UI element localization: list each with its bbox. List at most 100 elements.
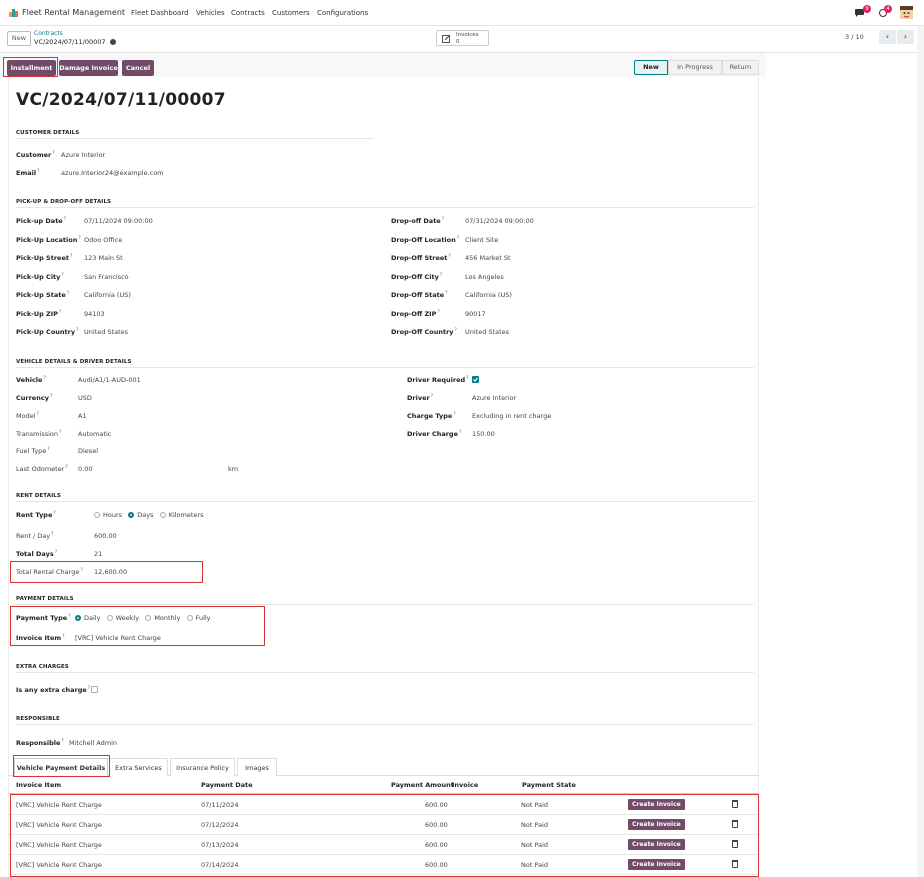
record-title: VC/2024/07/11/00007 [16,90,226,110]
vehicle-field-value[interactable]: Automatic [78,430,111,438]
divider [16,367,754,368]
vehicle-field-value[interactable]: Audi/A1/1-AUD-001 [78,376,141,384]
breadcrumb-contracts[interactable]: Contracts [34,30,63,37]
col-payment-amount[interactable]: Payment Amount [391,781,454,789]
tab-insurance-policy[interactable]: Insurance Policy [170,758,235,776]
extra-charge-label: Is any extra charge? [16,686,91,695]
pickup-field-value[interactable]: Odoo Office [84,236,122,244]
invoices-smart-button[interactable]: Invoices 0 [436,30,489,46]
col-payment-date[interactable]: Payment Date [201,781,253,789]
gear-icon[interactable] [110,39,116,45]
payment-type-monthly[interactable]: Monthly [145,614,180,622]
installment-button[interactable]: Installment [7,60,56,76]
stage-return[interactable]: Return [722,60,759,75]
dropoff-field-value[interactable]: 07/31/2024 09:00:00 [465,217,534,225]
create-invoice-button[interactable]: Create Invoice [628,799,685,810]
dropoff-field-value[interactable]: United States [465,328,509,336]
driver-required-checkbox[interactable] [472,376,479,383]
app-name[interactable]: Fleet Rental Management [22,8,125,17]
rent-type-hours[interactable]: Hours [94,511,122,519]
table-row[interactable]: [VRC] Vehicle Rent Charge 07/14/2024 600.0… [8,855,759,875]
dropoff-field-label: Drop-Off Location? [391,236,460,245]
driver-field-value[interactable]: Azure Interior [472,394,516,402]
pickup-field-value[interactable]: San Francisco [84,273,129,281]
invoices-count: 0 [456,39,460,45]
pager-value[interactable]: 3 / 10 [845,33,864,41]
payment-type-fully[interactable]: Fully [186,614,211,622]
invoice-item-value[interactable]: [VRC] Vehicle Rent Charge [75,634,161,642]
tab-images[interactable]: Images [237,758,277,776]
dropoff-field-value[interactable]: 90017 [465,310,486,318]
menu-customers[interactable]: Customers [272,9,310,17]
rent-type-radio-group: Hours Days Kilometers [94,511,203,519]
table-row[interactable]: [VRC] Vehicle Rent Charge 07/13/2024 600.0… [8,835,759,855]
pickup-field-label: Pick-up Date? [16,217,67,226]
dropoff-field-value[interactable]: Client Site [465,236,498,244]
pickup-field-value[interactable]: 94103 [84,310,105,318]
stage-in-progress[interactable]: In Progress [668,60,722,75]
section-vehicle-driver: VEHICLE DETAILS & DRIVER DETAILS [16,359,132,365]
driver-field-value[interactable]: 150.00 [472,430,495,438]
pickup-field-value[interactable]: 123 Main St [84,254,123,262]
vehicle-field-value[interactable]: A1 [78,412,87,420]
cell-payment-amount: 600.00 [425,801,448,809]
pager-previous-button[interactable]: ‹ [879,30,896,44]
extra-charge-checkbox[interactable] [91,686,98,693]
pager-next-button[interactable]: › [897,30,914,44]
col-payment-state[interactable]: Payment State [522,781,576,789]
menu-configurations[interactable]: Configurations [317,9,368,17]
responsible-value[interactable]: Mitchell Admin [69,739,117,747]
create-invoice-button[interactable]: Create Invoice [628,859,685,870]
col-invoice[interactable]: Invoice [452,781,478,789]
tab-extra-services[interactable]: Extra Services [109,758,168,776]
payment-type-daily[interactable]: Daily [75,614,100,622]
cell-payment-date: 07/11/2024 [201,801,239,809]
trash-icon[interactable] [732,820,738,828]
app-grid-icon[interactable] [9,8,18,17]
dropoff-field-value[interactable]: 456 Market St [465,254,511,262]
pickup-field-value[interactable]: 07/11/2024 09:00:00 [84,217,153,225]
email-value[interactable]: azure.Interior24@example.com [61,169,164,177]
driver-field-label: Driver? [407,394,434,403]
table-row[interactable]: [VRC] Vehicle Rent Charge 07/11/2024 600.0… [8,795,759,815]
dropoff-field-label: Drop-Off City? [391,273,443,282]
pickup-field-value[interactable]: California (US) [84,291,131,299]
cancel-button[interactable]: Cancel [122,60,154,76]
pickup-field-value[interactable]: United States [84,328,128,336]
rent-type-days[interactable]: Days [128,511,153,519]
stage-new[interactable]: New [634,60,668,75]
vehicle-field-value[interactable]: USD [78,394,92,402]
avatar[interactable] [900,6,913,19]
rent-day-value[interactable]: 600.00 [94,532,117,540]
customer-value[interactable]: Azure Interior [61,151,105,159]
menu-contracts[interactable]: Contracts [231,9,265,17]
col-invoice-item[interactable]: Invoice Item [16,781,61,789]
create-invoice-button[interactable]: Create Invoice [628,819,685,830]
dropoff-field-value[interactable]: Los Angeles [465,273,504,281]
tab-vehicle-payment-details[interactable]: Vehicle Payment Details [14,758,108,776]
cell-payment-amount: 600.00 [425,861,448,869]
create-invoice-button[interactable]: Create Invoice [628,839,685,850]
dropoff-field-value[interactable]: California (US) [465,291,512,299]
trash-icon[interactable] [732,800,738,808]
rent-type-kilometers[interactable]: Kilometers [159,511,203,519]
menu-fleet-dashboard[interactable]: Fleet Dashboard [131,9,189,17]
damage-invoice-button[interactable]: Damage Invoice [59,60,118,76]
vehicle-field-value[interactable]: Diesel [78,447,98,455]
trash-icon[interactable] [732,860,738,868]
menu-vehicles[interactable]: Vehicles [196,9,225,17]
payment-type-weekly[interactable]: Weekly [106,614,139,622]
table-row[interactable]: [VRC] Vehicle Rent Charge 07/12/2024 600.0… [8,815,759,835]
vehicle-field-value[interactable]: 0.00 [78,465,92,473]
cell-payment-amount: 600.00 [425,841,448,849]
new-button[interactable]: New [7,31,31,46]
trash-icon[interactable] [732,840,738,848]
rent-type-label: Rent Type? [16,511,56,520]
cell-invoice-item: [VRC] Vehicle Rent Charge [16,821,102,829]
section-customer-details: CUSTOMER DETAILS [16,130,80,136]
scrollbar[interactable] [917,26,924,877]
dropoff-field-label: Drop-off Date? [391,217,445,226]
chat-badge: 9 [863,5,871,13]
driver-field-value[interactable]: Excluding in rent charge [472,412,551,420]
cell-payment-amount: 600.00 [425,821,448,829]
